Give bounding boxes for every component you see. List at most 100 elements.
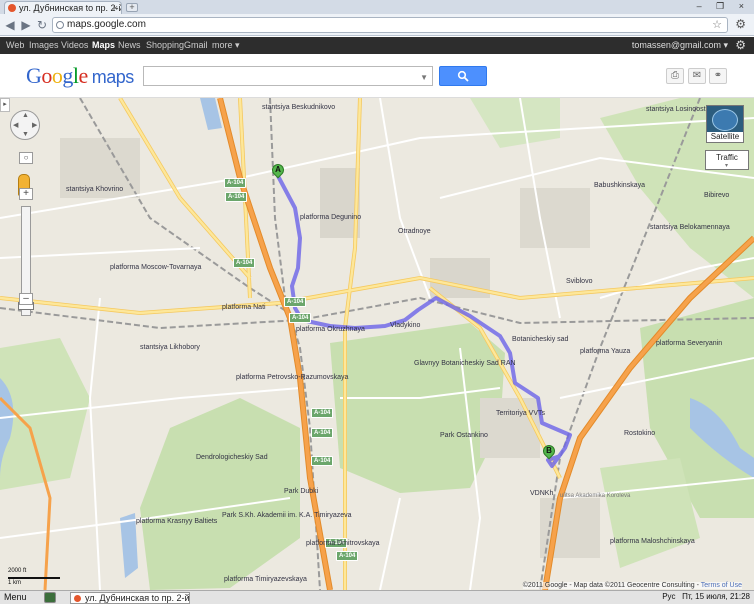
- system-tray: Рус Пт, 15 июля, 21:28: [662, 592, 750, 601]
- major-road: [0, 275, 754, 316]
- zoom-in-button[interactable]: +: [19, 188, 33, 200]
- gbar-link-videos[interactable]: Videos: [61, 40, 88, 50]
- map-label: Park S.Kh. Akademii im. K.A. Timiryazeva: [222, 512, 352, 519]
- settings-gear-icon[interactable]: ⚙: [735, 38, 746, 52]
- side-panel-toggle[interactable]: ▸: [0, 98, 10, 112]
- tab-strip: ул. Дубнинская to пр. 2-й... × + – ❐ ×: [0, 0, 754, 14]
- print-icon[interactable]: ⎙: [666, 68, 684, 84]
- map-label: stantsiya Khovrino: [66, 186, 124, 193]
- marker-letter: A: [275, 165, 281, 174]
- highway-shield: A-104: [311, 408, 334, 418]
- copyright-notice: ©2011 Google - Map data ©2011 Geocentre …: [522, 582, 742, 589]
- logo-letter: g: [62, 63, 73, 88]
- highway-shield: A-104: [336, 551, 359, 561]
- maps-header: Google maps ▼ ⎙ ✉ ⚭: [0, 54, 754, 98]
- map-label: Territoriya VVTs: [496, 410, 546, 417]
- gbar-link-web[interactable]: Web: [6, 40, 24, 50]
- gbar-link-images[interactable]: Images: [29, 40, 59, 50]
- search-input[interactable]: ▼: [143, 66, 433, 86]
- map-label: platforma Maloshchinskaya: [610, 538, 695, 545]
- map-label: stantsiya Likhobory: [140, 344, 200, 351]
- bookmark-star-icon[interactable]: ☆: [712, 18, 722, 32]
- satellite-label: Satellite: [707, 132, 743, 142]
- gbar-link-shopping[interactable]: Shopping: [146, 40, 184, 50]
- pan-control[interactable]: ▲ ▼ ◀ ▶: [10, 110, 40, 140]
- park-area: [330, 323, 505, 493]
- link-icon[interactable]: ⚭: [709, 68, 727, 84]
- terms-of-use-link[interactable]: Terms of Use: [701, 582, 742, 589]
- map-label: platforma Nati: [222, 304, 266, 311]
- logo-product: maps: [91, 67, 135, 87]
- gbar-link-maps[interactable]: Maps: [92, 40, 115, 50]
- logo-letter: o: [41, 63, 52, 88]
- map-label: platforma Timiryazevskaya: [224, 576, 307, 583]
- map-label: platforma Moscow-Tovarnaya: [110, 264, 202, 271]
- new-tab-button[interactable]: +: [126, 3, 138, 12]
- pan-right-arrow-icon[interactable]: ▶: [32, 121, 37, 129]
- map-label: Babushkinskaya: [594, 182, 645, 189]
- close-tab-icon[interactable]: ×: [113, 2, 118, 14]
- minor-road: [379, 497, 401, 590]
- globe-icon: [56, 21, 64, 29]
- address-bar[interactable]: maps.google.com ☆: [52, 17, 728, 33]
- taskbar-window-item[interactable]: ул. Дубнинская to пр. 2-й...: [70, 592, 190, 604]
- marker-letter: B: [546, 446, 552, 455]
- map-label: Park Ostankino: [440, 432, 488, 439]
- highway-shield: A-104: [233, 258, 256, 268]
- browser-toolbar: ◀ ▶ ↻ maps.google.com ☆ ⚙: [0, 14, 754, 36]
- satellite-view-button[interactable]: Satellite: [706, 105, 744, 143]
- start-menu-button[interactable]: Menu: [4, 592, 27, 602]
- keyboard-layout[interactable]: Рус: [662, 592, 675, 601]
- map-label: platforma Krasnyy Baltiets: [136, 518, 218, 525]
- scale-bar-line: [8, 577, 44, 579]
- scale-bar: 2000 ft 1 km: [8, 568, 68, 588]
- user-account[interactable]: tomassen@gmail.com ▾: [632, 40, 728, 51]
- map-label: platforma Degunino: [300, 214, 362, 221]
- desktop-icon[interactable]: [44, 592, 56, 603]
- email-icon[interactable]: ✉: [688, 68, 706, 84]
- block-area: [480, 398, 540, 458]
- forward-button[interactable]: ▶: [19, 18, 33, 32]
- map-label: platforma Dmitrovskaya: [306, 540, 380, 547]
- map-label: stantsiya Beskudnikovo: [262, 104, 336, 111]
- map-tiles: [0, 98, 754, 590]
- os-taskbar: Menu ул. Дубнинская to пр. 2-й... Рус Пт…: [0, 590, 754, 604]
- gbar-link-more[interactable]: more ▾: [212, 40, 240, 51]
- rotate-icon[interactable]: ○: [19, 152, 33, 164]
- maps-favicon-icon: [8, 4, 16, 12]
- dropdown-arrow-icon[interactable]: ▼: [420, 73, 428, 82]
- scale-bottom-label: 1 km: [8, 580, 22, 586]
- copyright-text: ©2011 Google - Map data ©2011 Geocentre …: [522, 582, 699, 589]
- minor-road: [88, 297, 101, 590]
- logo-letter: G: [26, 63, 42, 88]
- highway-shield: A-104: [284, 297, 307, 307]
- wrench-menu-icon[interactable]: ⚙: [735, 17, 746, 31]
- map-label: Park Dubki: [284, 488, 319, 495]
- scale-top-label: 2000 ft: [8, 568, 27, 574]
- search-button[interactable]: [439, 66, 487, 86]
- reload-button[interactable]: ↻: [35, 18, 49, 32]
- map-canvas[interactable]: A-104 A-104 A-104 A-104 A-104 A-104 A-10…: [0, 98, 754, 590]
- minor-road: [379, 98, 431, 299]
- highway-shield: A-104: [224, 178, 247, 188]
- pan-left-arrow-icon[interactable]: ◀: [13, 121, 18, 129]
- pan-up-arrow-icon[interactable]: ▲: [22, 112, 29, 119]
- traffic-button[interactable]: Traffic: [705, 150, 749, 170]
- back-button[interactable]: ◀: [3, 18, 17, 32]
- clock[interactable]: Пт, 15 июля, 21:28: [682, 592, 750, 601]
- map-label: Otradnoye: [398, 228, 431, 235]
- pan-down-arrow-icon[interactable]: ▼: [22, 131, 29, 138]
- window-controls[interactable]: – ❐ ×: [697, 1, 750, 12]
- tab-title: ул. Дубнинская to пр. 2-й...: [19, 3, 122, 13]
- gbar-link-news[interactable]: News: [118, 40, 141, 50]
- address-url: maps.google.com: [67, 19, 146, 30]
- taskbar-window-title: ул. Дубнинская to пр. 2-й...: [85, 593, 190, 603]
- browser-tab[interactable]: ул. Дубнинская to пр. 2-й... ×: [4, 1, 122, 14]
- globe-icon: [712, 109, 738, 131]
- google-maps-logo[interactable]: Google maps: [26, 63, 134, 89]
- gbar-link-gmail[interactable]: Gmail: [184, 40, 208, 50]
- zoom-out-button[interactable]: –: [19, 293, 33, 305]
- major-road-fill: [0, 276, 754, 315]
- map-label: VDNKh: [530, 490, 554, 497]
- map-label: platforma Yauza: [580, 348, 631, 355]
